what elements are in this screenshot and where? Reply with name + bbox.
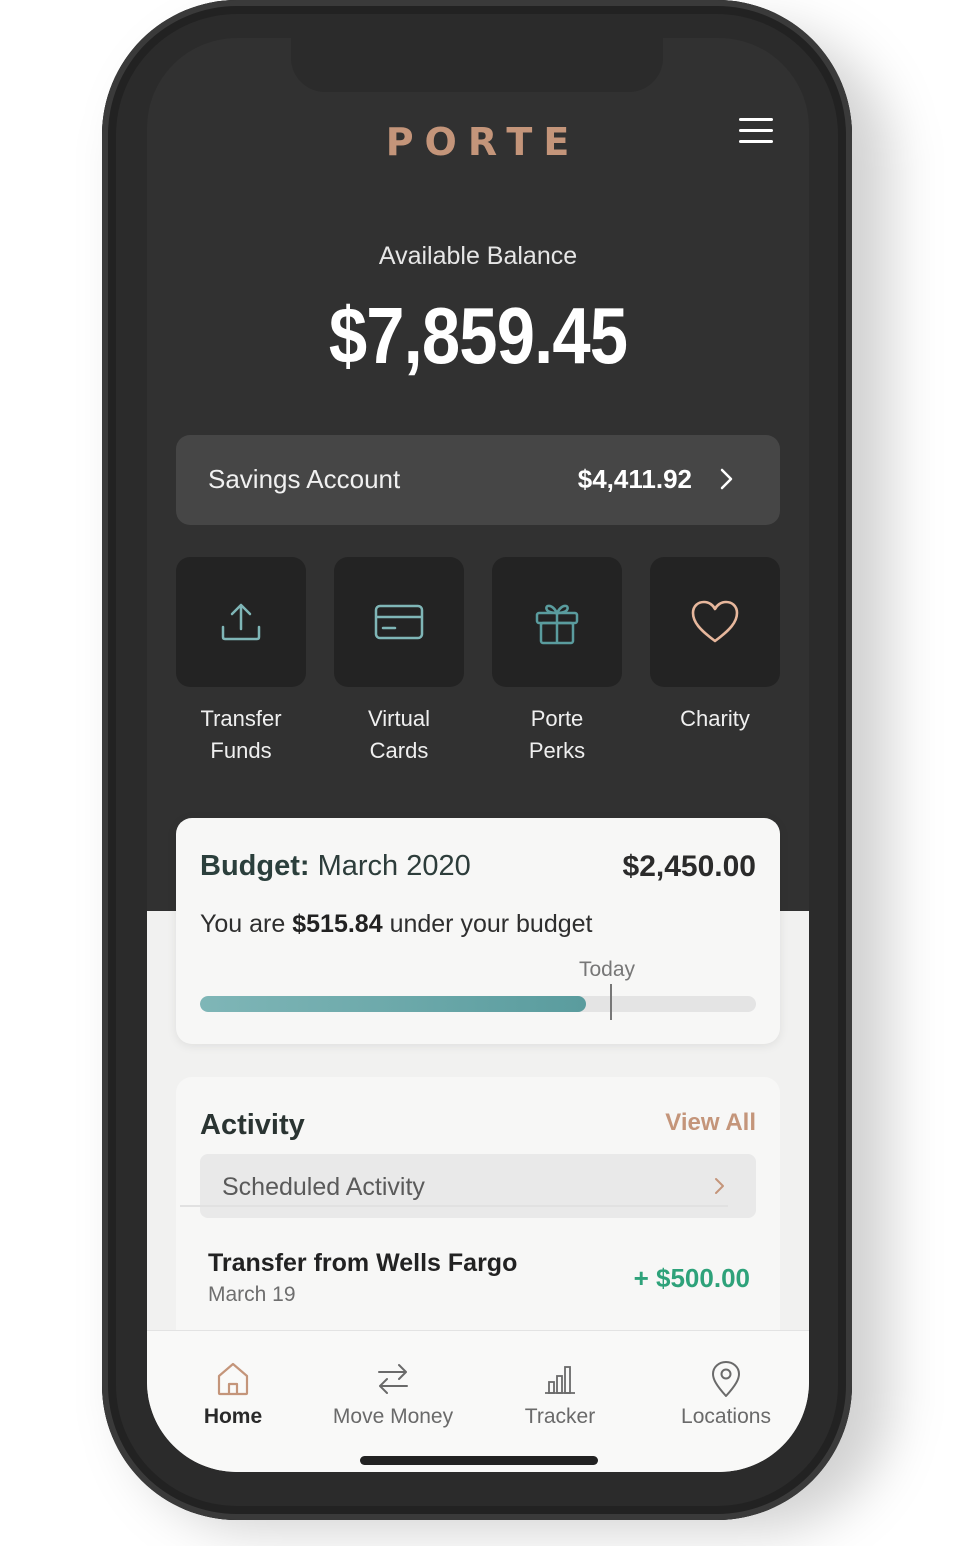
porte-perks-label: Porte Perks <box>528 706 586 763</box>
location-pin-icon <box>712 1361 740 1397</box>
budget-period: March 2020 <box>317 850 471 882</box>
quick-actions: Transfer Funds Virtual Cards Porte Perks… <box>176 557 780 777</box>
bottom-tab-bar: Home Move Money Tracker Locations <box>147 1330 809 1472</box>
scheduled-activity-row[interactable]: Scheduled Activity <box>200 1154 756 1218</box>
gift-icon <box>535 604 579 645</box>
charity-label: Charity <box>680 706 750 731</box>
tab-home[interactable]: Home <box>148 1359 318 1429</box>
budget-status-suffix: under your budget <box>389 910 593 938</box>
heart-icon <box>691 600 739 643</box>
scheduled-activity-label: Scheduled Activity <box>222 1173 425 1201</box>
activity-title: Activity <box>200 1109 305 1141</box>
transaction-date: March 19 <box>208 1283 296 1306</box>
today-marker <box>610 984 612 1020</box>
available-balance-label: Available Balance <box>378 242 578 270</box>
savings-account-value: $4,411.92 <box>577 464 692 494</box>
budget-title-label: Budget: <box>200 850 310 882</box>
budget-remaining-amount: $515.84 <box>292 910 383 938</box>
budget-progress-fill <box>200 996 587 1012</box>
transfer-funds-tile <box>176 557 306 687</box>
transfer-arrows-icon <box>378 1364 408 1394</box>
budget-status-text: You are $515.84 under your budget <box>200 910 593 939</box>
budget-progress-track <box>200 996 756 1012</box>
charity-tile <box>650 557 780 687</box>
chevron-right-icon <box>720 468 733 490</box>
app-logo: PORTE <box>385 120 581 164</box>
tab-tracker[interactable]: Tracker <box>475 1359 645 1429</box>
available-balance-value: $7,859.45 <box>328 291 628 380</box>
tab-locations-label: Locations <box>681 1405 771 1428</box>
virtual-cards-label: Virtual Cards <box>368 706 430 763</box>
porte-perks-tile <box>492 557 622 687</box>
view-all-link[interactable]: View All <box>665 1109 756 1137</box>
porte-perks-button[interactable]: Porte Perks <box>492 557 622 767</box>
hamburger-menu-icon[interactable] <box>739 118 773 148</box>
transfer-funds-label: Transfer Funds <box>200 706 282 763</box>
virtual-cards-button[interactable]: Virtual Cards <box>334 557 464 767</box>
home-indicator <box>360 1456 598 1465</box>
savings-account-label: Savings Account <box>208 464 401 494</box>
tab-tracker-label: Tracker <box>524 1405 596 1428</box>
transaction-name: Transfer from Wells Fargo <box>208 1249 518 1277</box>
budget-amount: $2,450.00 <box>622 850 756 883</box>
virtual-cards-tile <box>334 557 464 687</box>
budget-title: Budget: March 2020 <box>200 850 471 883</box>
transaction-amount: + $500.00 <box>633 1263 750 1293</box>
transaction-row[interactable]: Transfer from Wells Fargo March 19 + $50… <box>200 1237 756 1325</box>
today-label: Today <box>579 958 636 981</box>
tab-move-money-label: Move Money <box>332 1405 454 1428</box>
budget-card[interactable]: Budget: March 2020 $2,450.00 You are $51… <box>176 818 780 1044</box>
card-icon <box>374 604 424 640</box>
budget-status-prefix: You are <box>200 910 286 938</box>
tab-move-money[interactable]: Move Money <box>308 1359 478 1429</box>
tab-home-label: Home <box>203 1405 263 1428</box>
transfer-funds-button[interactable]: Transfer Funds <box>176 557 306 767</box>
transaction-divider <box>180 1205 728 1207</box>
savings-account-row[interactable]: Savings Account $4,411.92 <box>176 435 780 525</box>
home-icon <box>217 1362 249 1396</box>
app-screen: PORTE Available Balance $7,859.45 Saving… <box>147 38 809 1472</box>
phone-notch <box>291 38 663 92</box>
upload-icon <box>221 603 261 641</box>
bar-chart-icon <box>545 1366 575 1394</box>
chevron-right-icon <box>715 1178 724 1194</box>
charity-button[interactable]: Charity <box>650 557 780 735</box>
tab-locations[interactable]: Locations <box>641 1359 809 1429</box>
